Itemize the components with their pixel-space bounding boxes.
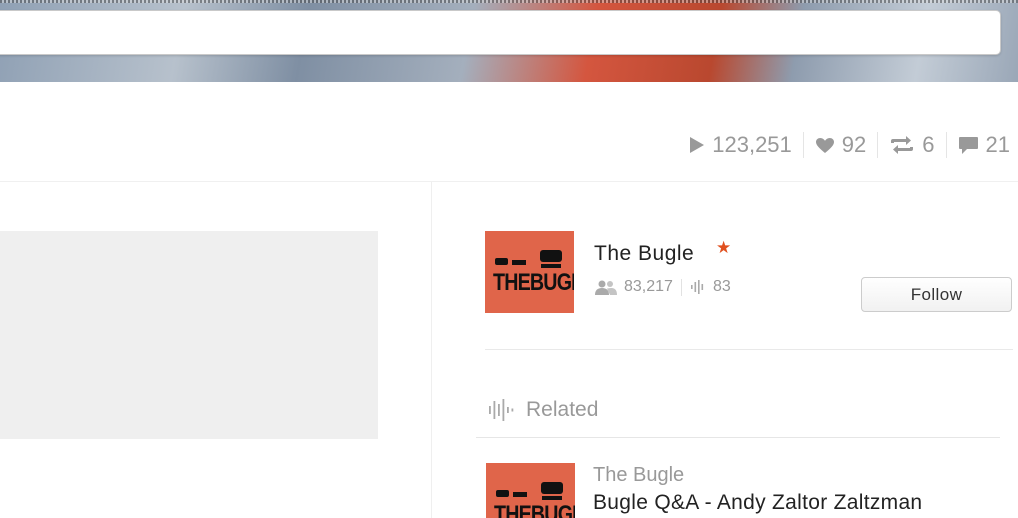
column-divider	[431, 182, 432, 518]
related-icon	[489, 399, 514, 421]
comments-stat[interactable]: 21	[945, 132, 1010, 158]
repost-icon	[891, 136, 914, 154]
related-item-user[interactable]: The Bugle	[593, 464, 684, 487]
related-divider	[476, 437, 1000, 438]
followers-icon	[595, 280, 617, 295]
followers-count[interactable]: 83,217	[624, 278, 673, 296]
related-label: Related	[526, 398, 599, 421]
tracks-count[interactable]: 83	[713, 278, 731, 296]
follow-button[interactable]: Follow	[861, 277, 1012, 312]
related-item-avatar[interactable]: THEBUGLE	[486, 463, 575, 518]
likes-count: 92	[841, 132, 867, 157]
pro-star-icon: ★	[716, 238, 732, 257]
plays-stat: 123,251	[678, 132, 803, 158]
avatar-text: THEBUGLE	[493, 269, 574, 296]
user-divider	[485, 349, 1013, 350]
heart-icon	[815, 137, 834, 153]
likes-stat[interactable]: 92	[802, 132, 877, 158]
user-name-link[interactable]: The Bugle	[594, 242, 694, 266]
top-search-input[interactable]	[0, 10, 1001, 55]
related-item-title[interactable]: Bugle Q&A - Andy Zaltor Zaltzman	[593, 491, 922, 515]
reposts-count: 6	[922, 132, 935, 157]
header-banner	[0, 0, 1018, 82]
related-heading: Related	[488, 398, 598, 422]
related-avatar-text: THEBUGLE	[494, 501, 575, 518]
reposts-stat[interactable]: 6	[877, 132, 945, 158]
user-stats: 83,217 83	[594, 278, 731, 296]
comment-icon	[958, 136, 978, 154]
stats-divider	[0, 181, 1018, 182]
user-stats-separator	[680, 278, 682, 296]
plays-count: 123,251	[712, 132, 792, 157]
tracks-icon	[690, 280, 704, 294]
user-avatar[interactable]: THEBUGLE	[485, 231, 574, 313]
waveform-placeholder[interactable]	[0, 231, 378, 439]
play-icon	[690, 137, 705, 153]
comments-count: 21	[985, 132, 1010, 157]
track-stats: 123,251 92 6 21	[678, 131, 1010, 159]
